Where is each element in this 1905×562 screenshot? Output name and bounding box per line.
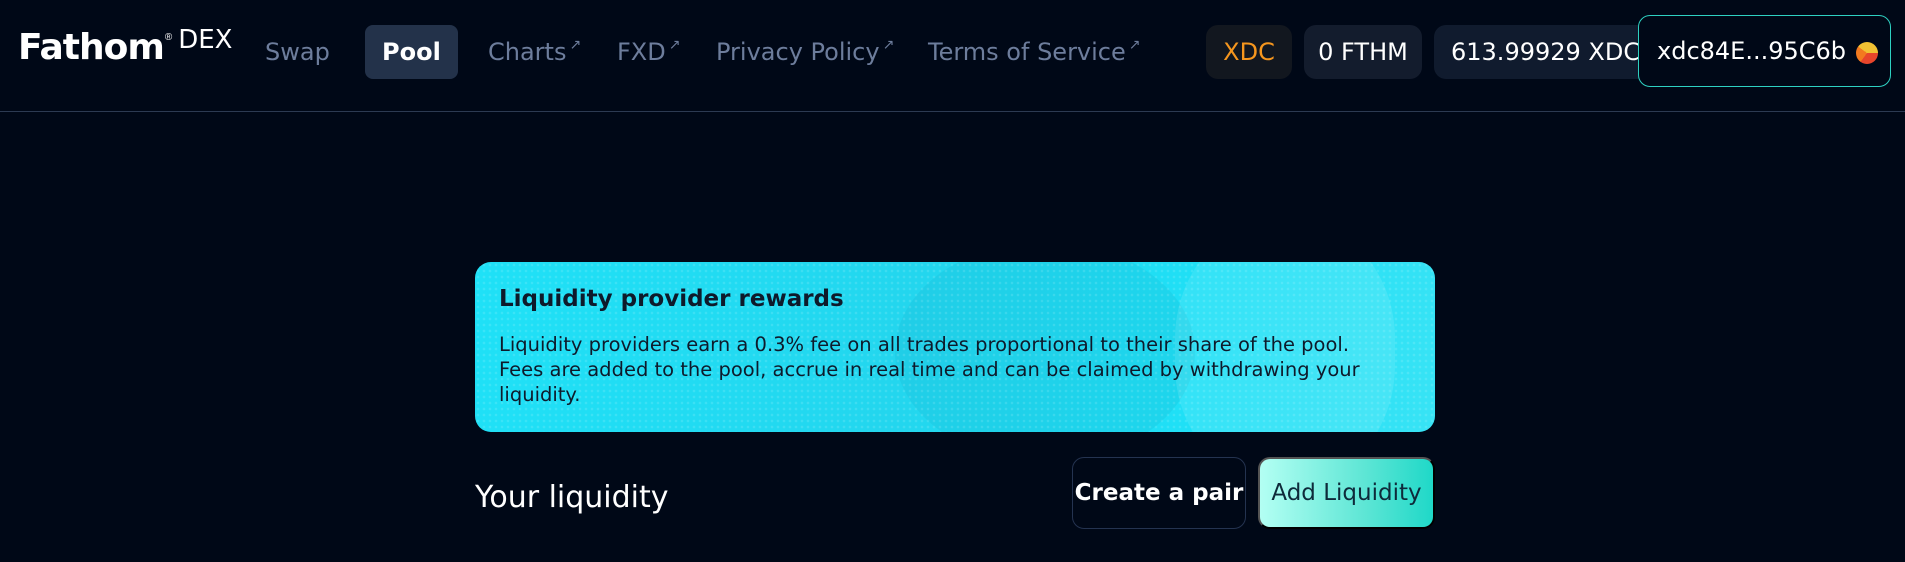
- nav-swap[interactable]: Swap: [248, 25, 347, 79]
- nav-label: Privacy Policy: [716, 38, 880, 66]
- wallet-avatar-icon: [1856, 42, 1878, 64]
- nav-terms-of-service[interactable]: Terms of Service ↗: [911, 25, 1158, 79]
- nav-label: FXD: [617, 38, 666, 66]
- nav-label: Swap: [265, 38, 330, 66]
- network-badge[interactable]: XDC: [1206, 25, 1292, 79]
- nav-pool[interactable]: Pool: [365, 25, 458, 79]
- banner-body: Liquidity providers earn a 0.3% fee on a…: [499, 333, 1360, 406]
- logo-name: Fathom: [18, 27, 165, 68]
- nav-fxd[interactable]: FXD ↗: [600, 25, 697, 79]
- nav-label: Pool: [382, 38, 441, 66]
- wallet-button[interactable]: xdc84E...95C6b: [1638, 15, 1891, 87]
- liquidity-rewards-banner: Liquidity provider rewards Liquidity pro…: [475, 262, 1435, 432]
- add-liquidity-button[interactable]: Add Liquidity: [1258, 457, 1435, 529]
- external-link-icon: ↗: [1128, 37, 1141, 53]
- xdc-balance-value: 613.99929 XDC: [1451, 38, 1641, 66]
- nav-label: Charts: [488, 38, 567, 66]
- create-pair-button[interactable]: Create a pair: [1072, 457, 1246, 529]
- nav-privacy-policy[interactable]: Privacy Policy ↗: [699, 25, 911, 79]
- external-link-icon: ↗: [882, 37, 895, 53]
- top-header: Fathom ® DEX Swap Pool Charts ↗ FXD ↗ Pr…: [0, 0, 1905, 112]
- nav-label: Terms of Service: [928, 38, 1126, 66]
- logo-product: DEX: [178, 25, 233, 55]
- external-link-icon: ↗: [668, 37, 681, 53]
- your-liquidity-title: Your liquidity: [475, 480, 669, 515]
- external-link-icon: ↗: [569, 37, 582, 53]
- nav-charts[interactable]: Charts ↗: [471, 25, 598, 79]
- fthm-balance[interactable]: 0 FTHM: [1304, 25, 1422, 79]
- logo-trademark: ®: [164, 32, 173, 43]
- fathom-dex-logo[interactable]: Fathom ® DEX: [18, 25, 233, 68]
- wallet-address: xdc84E...95C6b: [1657, 37, 1847, 65]
- banner-title: Liquidity provider rewards: [499, 286, 844, 312]
